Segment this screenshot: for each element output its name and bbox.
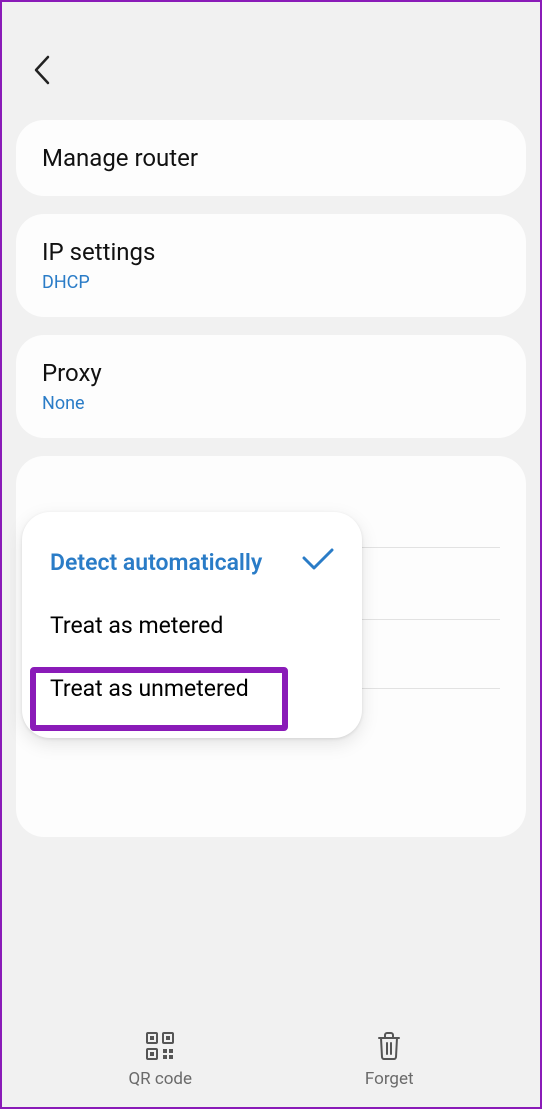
ip-settings-value: DHCP [42,272,500,293]
qr-code-icon [145,1031,175,1061]
metered-popup: Detect automatically Treat as metered Tr… [22,512,362,738]
popup-detect-auto-label: Detect automatically [50,549,262,576]
qr-code-label: QR code [128,1069,192,1089]
qr-code-button[interactable]: QR code [128,1031,192,1089]
popup-metered[interactable]: Treat as metered [22,594,362,657]
trash-icon [376,1031,402,1061]
popup-unmetered[interactable]: Treat as unmetered [22,657,362,720]
popup-unmetered-label: Treat as unmetered [50,675,249,702]
popup-metered-label: Treat as metered [50,612,223,639]
manage-router-card[interactable]: Manage router [16,120,526,196]
back-button[interactable] [22,50,62,90]
manage-router-label: Manage router [42,144,500,172]
check-icon [302,548,334,576]
proxy-card[interactable]: Proxy None [16,335,526,438]
ip-settings-label: IP settings [42,238,500,266]
ip-settings-card[interactable]: IP settings DHCP [16,214,526,317]
proxy-label: Proxy [42,359,500,387]
proxy-value: None [42,393,500,414]
popup-detect-auto[interactable]: Detect automatically [22,530,362,594]
forget-button[interactable]: Forget [365,1031,414,1089]
back-icon [31,53,53,87]
forget-label: Forget [365,1069,414,1089]
bottom-bar: QR code Forget [2,1031,540,1089]
